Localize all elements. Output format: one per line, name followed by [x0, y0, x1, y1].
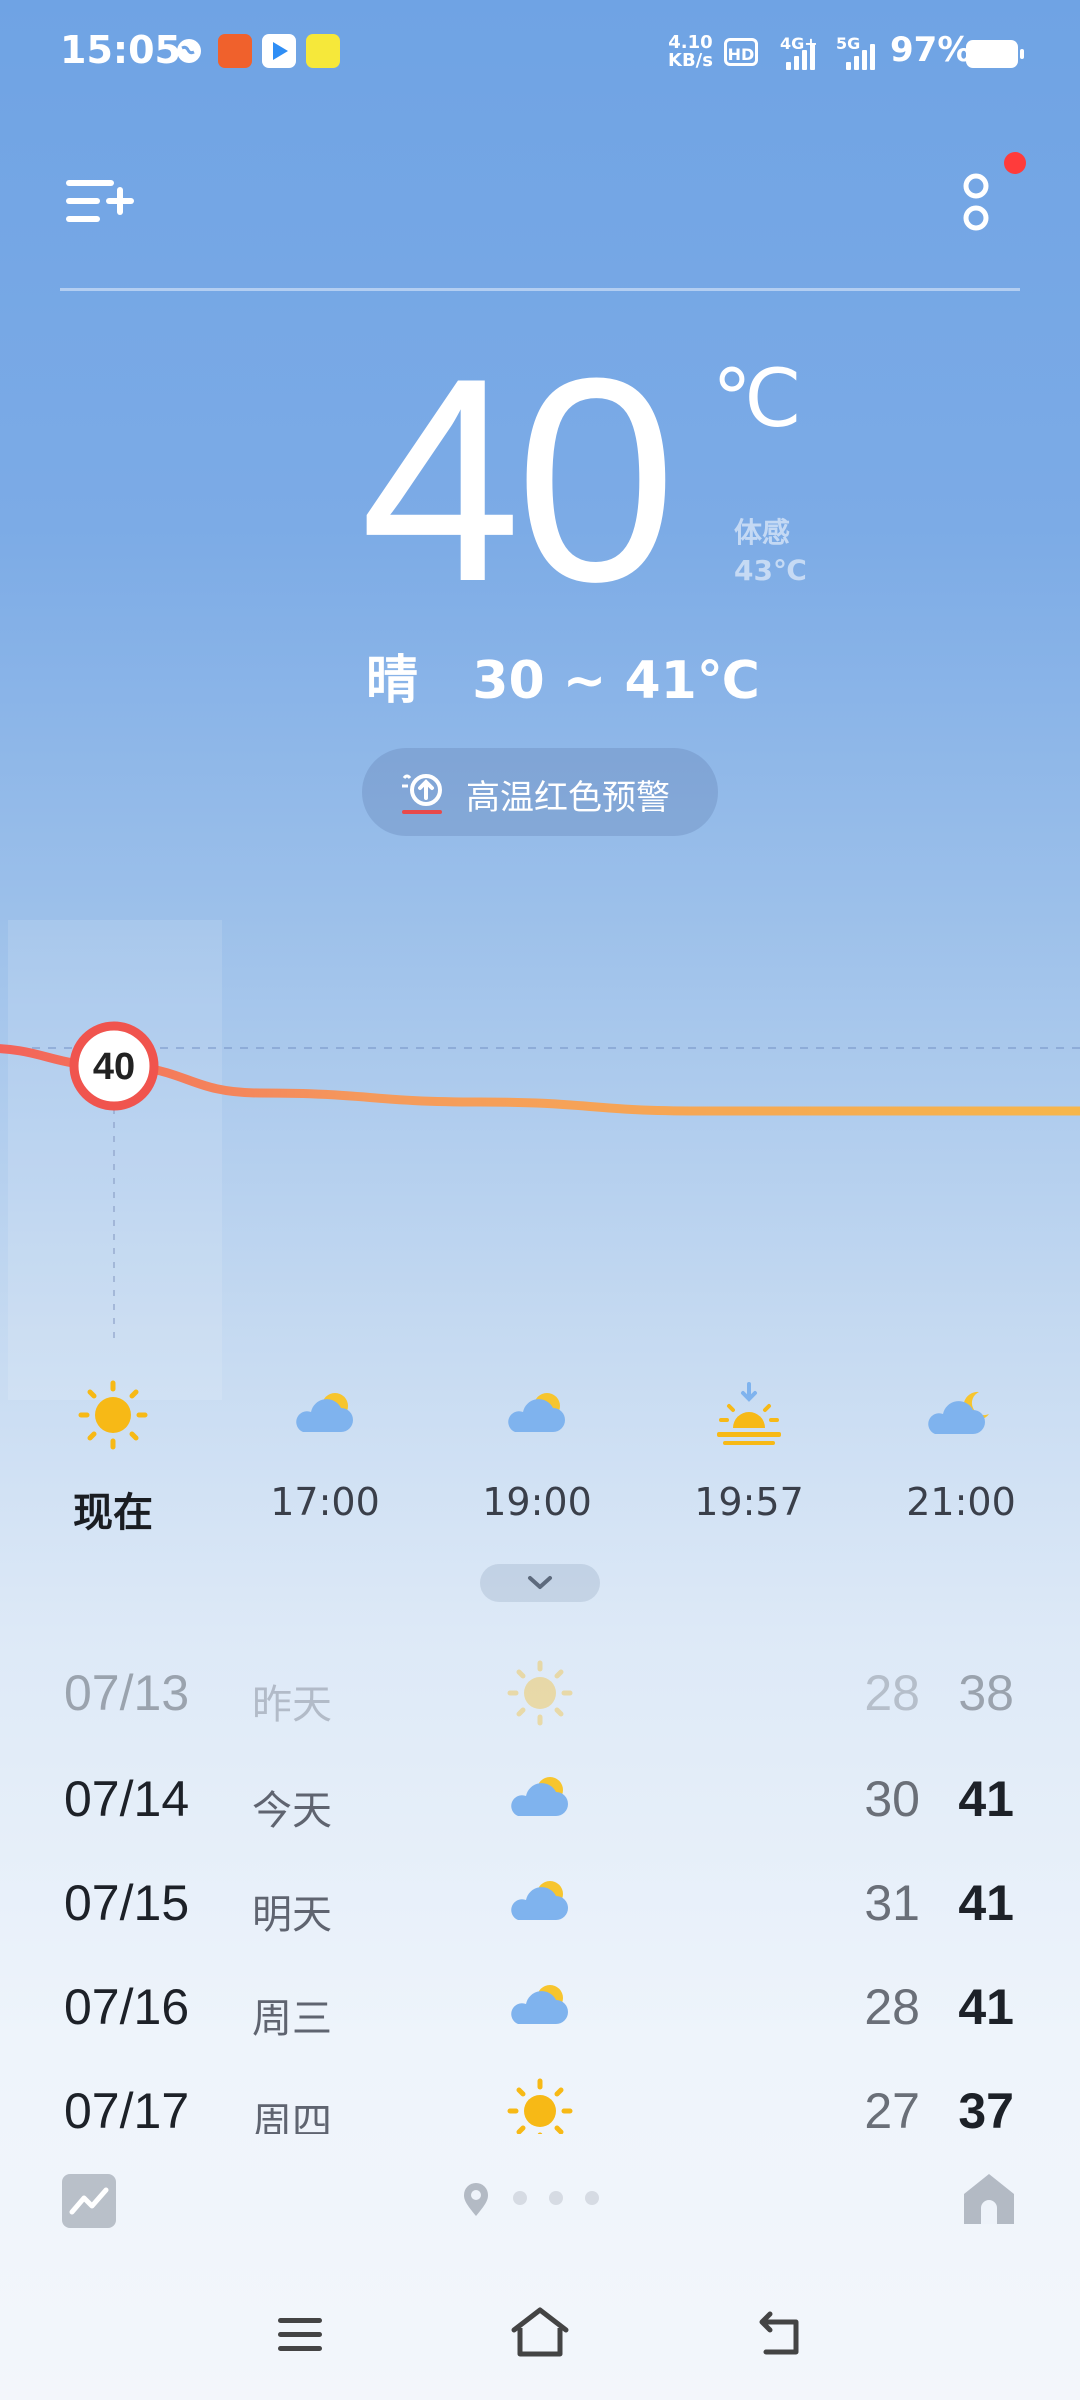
hd-voice-icon: HD	[724, 38, 758, 66]
hourly-item-now[interactable]: 现在	[28, 1380, 198, 1536]
hourly-item[interactable]: 17:00	[240, 1380, 410, 1530]
daily-date: 07/14	[64, 1771, 190, 1827]
partly-cloudy-icon	[285, 1380, 365, 1450]
battery-percent: 97%	[890, 30, 972, 70]
partly-cloudy-icon	[500, 1868, 580, 1938]
menu-icon	[278, 2318, 322, 2351]
chevron-down-icon	[528, 1576, 552, 1589]
condition-range: 晴 30 ~ 41℃	[366, 651, 760, 711]
alert-text: 高温红色预警	[466, 778, 670, 818]
home-button[interactable]	[508, 2304, 572, 2360]
daily-day: 昨天	[252, 1682, 332, 1728]
feels-like-label: 体感	[734, 516, 791, 549]
hourly-item[interactable]: 21:00	[876, 1380, 1046, 1530]
hourly-label: 现在	[73, 1490, 153, 1536]
daily-high: 41	[958, 1771, 1014, 1827]
daily-date: 07/17	[64, 2083, 190, 2134]
daily-low: 28	[864, 1665, 920, 1721]
back-icon	[759, 2311, 799, 2355]
signal-bars-icon	[846, 40, 880, 70]
status-time: 15:05	[60, 28, 181, 72]
battery-icon	[966, 40, 1024, 68]
daily-row[interactable]: 07/17 周四 27 37	[0, 2062, 1080, 2134]
daily-low: 30	[864, 1771, 920, 1827]
daily-high: 41	[958, 1979, 1014, 2035]
sun-icon	[500, 1658, 580, 1728]
daily-row-today[interactable]: 07/14 今天 30 41	[0, 1750, 1080, 1850]
daily-row-tomorrow[interactable]: 07/15 明天 31 41	[0, 1854, 1080, 1954]
notification-dot	[1004, 152, 1026, 174]
daily-date: 07/13	[64, 1665, 190, 1721]
current-column-highlight	[8, 920, 222, 1400]
current-temp-marker-label: 40	[93, 1046, 135, 1088]
page-dot	[513, 2191, 527, 2205]
sun-icon	[500, 2076, 580, 2134]
game-app-icon	[306, 34, 340, 68]
hourly-label: 21:00	[906, 1480, 1016, 1524]
header-divider	[60, 288, 1020, 291]
daily-low: 31	[864, 1875, 920, 1931]
app-notification-icon	[218, 34, 252, 68]
daily-day: 周四	[252, 2100, 332, 2134]
daily-day: 周三	[252, 1996, 332, 2042]
house-icon	[964, 2174, 1014, 2224]
home-icon	[511, 2307, 569, 2357]
weather-alert-button[interactable]: 高温红色预警	[362, 748, 718, 836]
cloudy-night-icon	[921, 1380, 1001, 1450]
hourly-label: 17:00	[270, 1480, 380, 1524]
sunset-icon	[709, 1380, 789, 1450]
back-button[interactable]	[756, 2308, 806, 2358]
partly-cloudy-icon	[497, 1380, 577, 1450]
globe-icon	[174, 36, 204, 66]
page-dot	[585, 2191, 599, 2205]
hourly-item[interactable]: 19:57	[664, 1380, 834, 1530]
home-location-button[interactable]	[960, 2170, 1018, 2228]
network-speed: 4.10 KB/s	[668, 32, 713, 71]
trend-icon	[69, 2187, 109, 2215]
sun-icon	[73, 1380, 153, 1450]
partly-cloudy-icon	[500, 1972, 580, 2042]
page-dot	[549, 2191, 563, 2205]
hourly-label: 19:00	[482, 1480, 592, 1524]
hourly-label: 19:57	[694, 1480, 804, 1524]
signal-bars-icon	[786, 40, 820, 70]
daily-high: 37	[958, 2083, 1014, 2134]
partly-cloudy-icon	[500, 1764, 580, 1834]
daily-date: 07/16	[64, 1979, 190, 2035]
temperature-unit: ℃	[712, 354, 802, 443]
current-temperature: 40	[360, 318, 677, 642]
video-app-icon	[262, 34, 296, 68]
daily-high: 38	[958, 1665, 1014, 1721]
trend-chart-button[interactable]	[62, 2174, 116, 2228]
recent-apps-button[interactable]	[276, 2314, 324, 2354]
status-bar: 15:05 4.10 KB/s HD 4G+ 5G 97%	[0, 0, 1080, 110]
heat-alert-icon	[400, 770, 446, 816]
feels-like: 体感 43℃	[734, 514, 807, 590]
temperature-chart: 40	[0, 920, 1080, 1400]
more-options-icon[interactable]	[956, 168, 996, 238]
daily-date: 07/15	[64, 1875, 190, 1931]
daily-day: 明天	[252, 1892, 332, 1938]
city-list-button[interactable]	[66, 172, 136, 232]
daily-day: 今天	[252, 1788, 332, 1834]
hourly-item[interactable]: 19:00	[452, 1380, 622, 1530]
daily-low: 28	[864, 1979, 920, 2035]
expand-button[interactable]	[480, 1564, 600, 1602]
daily-low: 27	[864, 2083, 920, 2134]
feels-like-value: 43℃	[734, 554, 807, 587]
daily-row[interactable]: 07/16 周三 28 41	[0, 1958, 1080, 2058]
daily-row-yesterday[interactable]: 07/13 昨天 28 38	[0, 1644, 1080, 1744]
page-indicator	[460, 2180, 610, 2224]
daily-high: 41	[958, 1875, 1014, 1931]
city-title	[440, 170, 640, 230]
